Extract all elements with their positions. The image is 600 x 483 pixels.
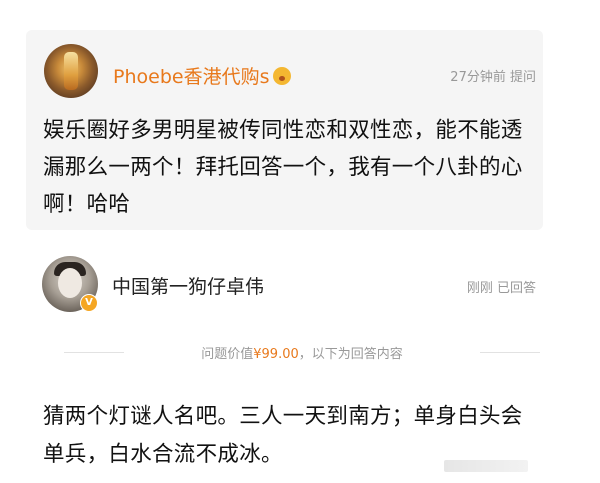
price-amount: ¥99.00 (253, 347, 299, 362)
question-meta: 27分钟前 提问 (450, 66, 536, 85)
asker-name-row[interactable]: Phoebe香港代购s (113, 62, 292, 89)
answer-meta: 刚刚 已回答 (467, 277, 536, 296)
price-info: 问题价值¥99.00，以下为回答内容 (64, 343, 540, 362)
answerer-name[interactable]: 中国第一狗仔卓伟 (112, 272, 264, 299)
asker-avatar[interactable] (44, 44, 98, 98)
question-action: 提问 (509, 70, 536, 85)
asker-name[interactable]: Phoebe香港代购s (113, 66, 269, 88)
verified-badge-icon: V (80, 294, 98, 312)
blurred-content (444, 460, 528, 472)
price-prefix: 问题价值 (201, 347, 254, 362)
price-suffix: ，以下为回答内容 (298, 347, 403, 362)
emoji-icon (273, 67, 292, 85)
question-time: 27分钟前 (450, 70, 506, 85)
avatar-face (58, 268, 82, 298)
price-divider: 问题价值¥99.00，以下为回答内容 (64, 343, 540, 363)
answer-status: 已回答 (496, 281, 536, 296)
question-text: 娱乐圈好多男明星被传同性恋和双性恋，能不能透漏那么一两个！拜托回答一个，我有一个… (43, 118, 523, 217)
answer-time: 刚刚 (466, 281, 493, 296)
avatar-image (64, 52, 78, 90)
